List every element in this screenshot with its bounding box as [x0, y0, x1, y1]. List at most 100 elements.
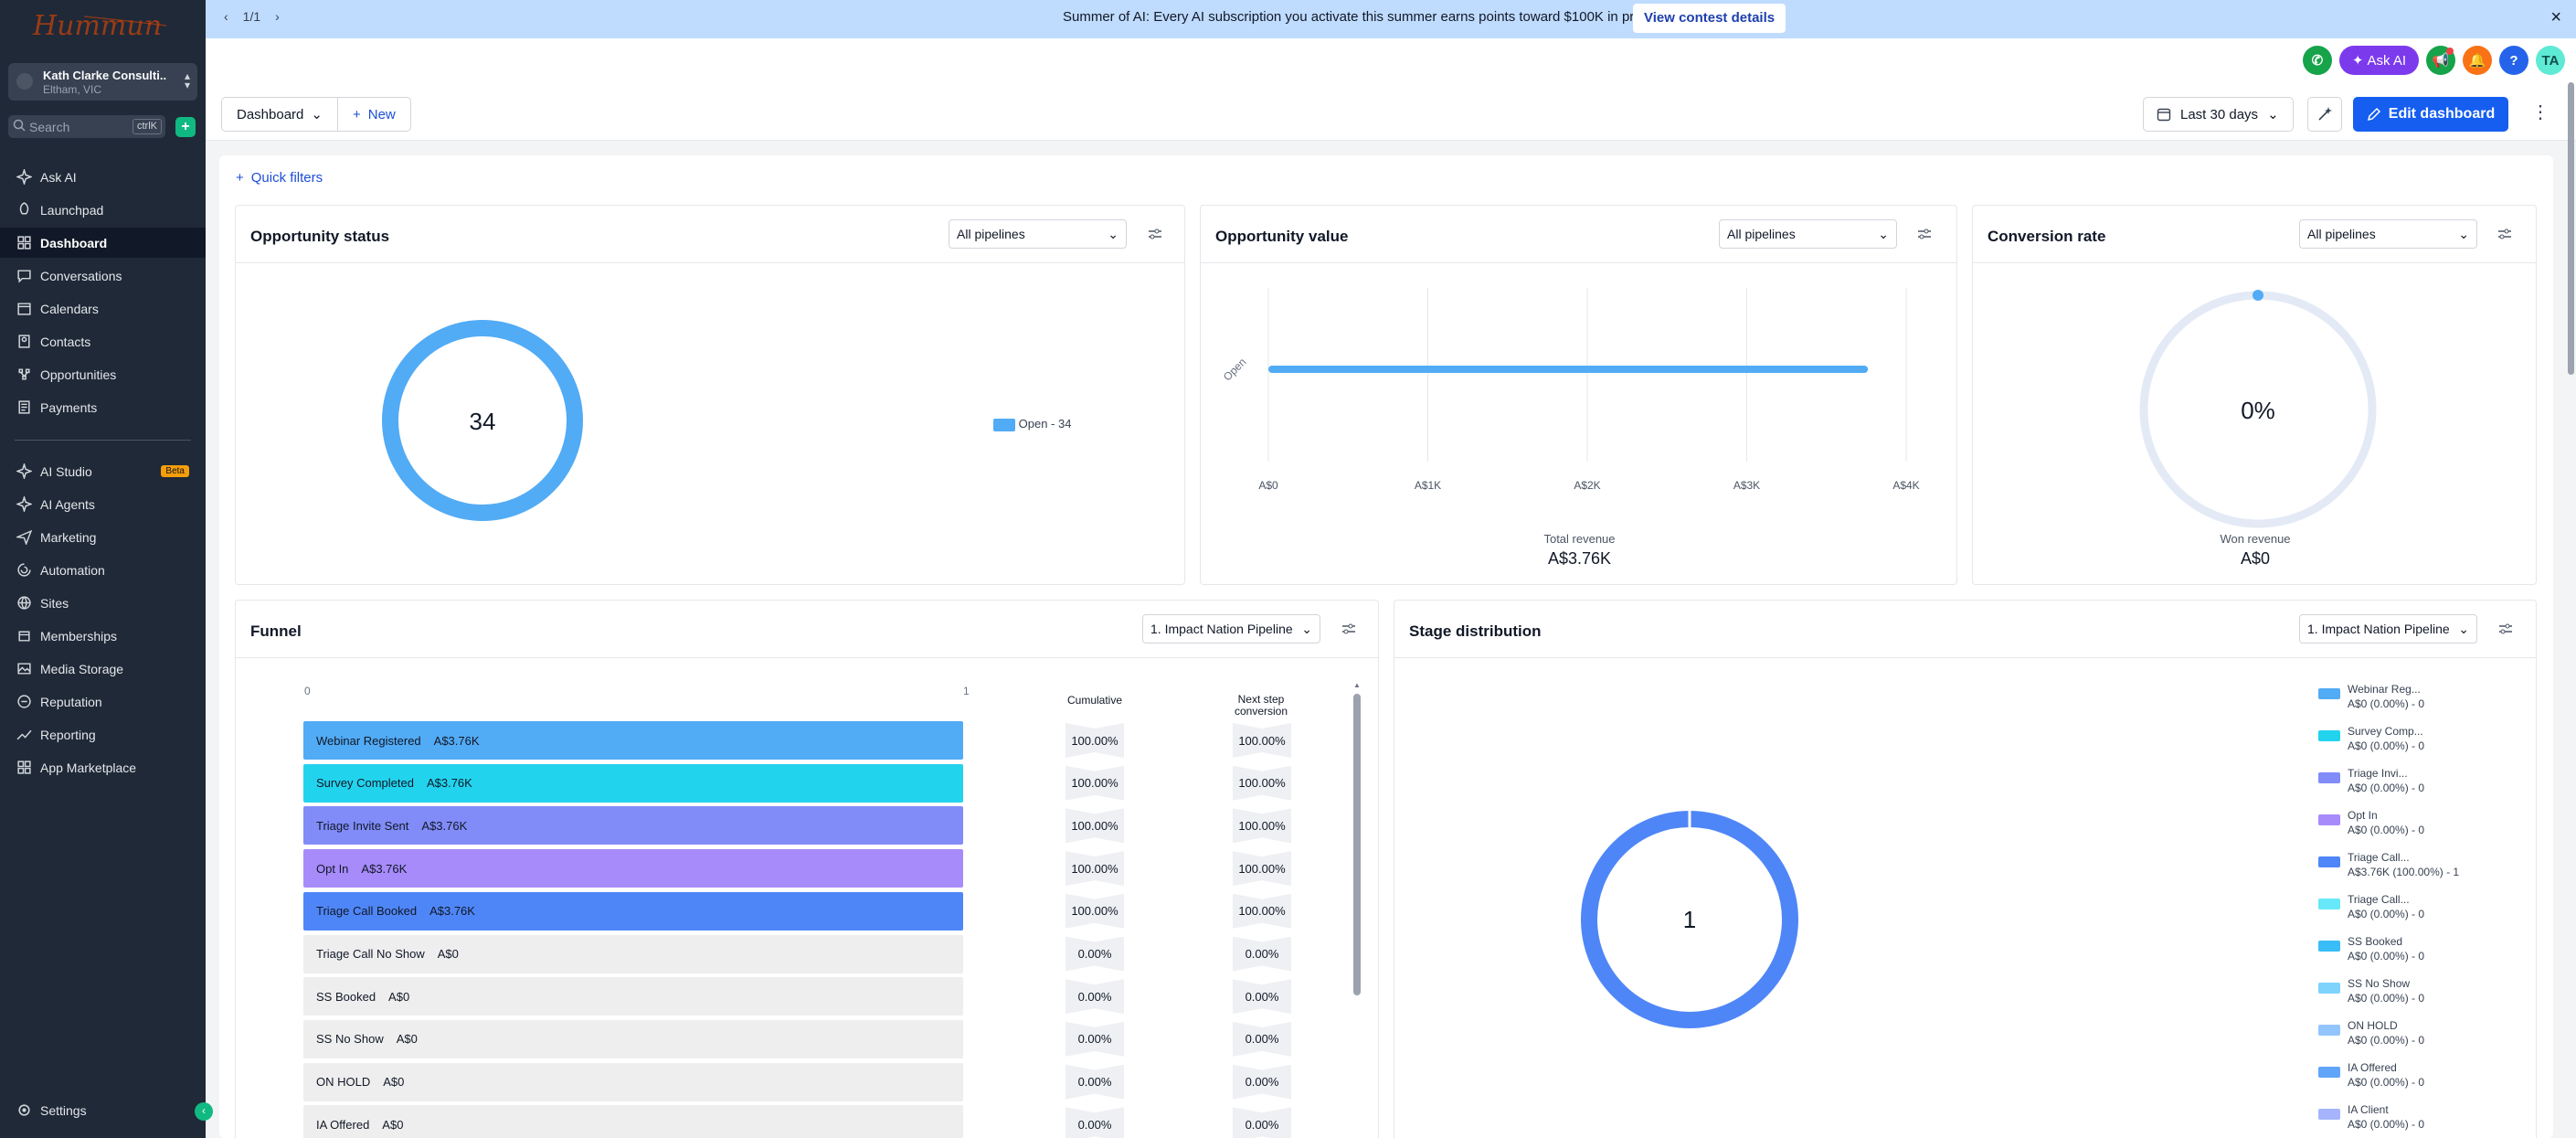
quick-filters-button[interactable]: + Quick filters [236, 170, 323, 186]
more-options-icon[interactable]: ⋮ [2531, 101, 2549, 123]
filter-icon[interactable] [2497, 621, 2514, 637]
legend-stage-name: Triage Call... [2348, 893, 2410, 906]
won-revenue-label: Won revenue [2220, 532, 2291, 546]
account-name: Kath Clarke Consulti... [43, 69, 167, 82]
legend-item[interactable]: Triage Call... A$3.76K (100.00%) - 1 [2318, 850, 2459, 879]
cumulative-value: 100.00% [1065, 808, 1124, 843]
sidebar-item-label: Conversations [40, 268, 122, 283]
filter-icon[interactable] [1341, 621, 1357, 637]
bell-icon[interactable]: 🔔 [2463, 46, 2492, 75]
sidebar-item-opportunities[interactable]: Opportunities [0, 359, 206, 389]
sidebar-item-settings[interactable]: Settings [0, 1095, 206, 1125]
opportunity-status-donut: 34 [382, 320, 583, 521]
funnel-bar[interactable]: Triage Call Booked A$3.76K [303, 891, 963, 931]
pipeline-select[interactable]: All pipelines ⌄ [2299, 219, 2477, 249]
sidebar-item-app-marketplace[interactable]: App Marketplace [0, 752, 206, 782]
search-input[interactable]: Search ctrlK [8, 115, 165, 138]
sidebar-item-ai-agents[interactable]: AI Agents [0, 489, 206, 519]
donut-center-value: 34 [470, 408, 496, 435]
scroll-thumb[interactable] [1353, 694, 1361, 995]
pipeline-select[interactable]: 1. Impact Nation Pipeline ⌄ [1142, 614, 1320, 643]
legend-item[interactable]: IA Client A$0 (0.00%) - 0 [2318, 1102, 2424, 1132]
sidebar-item-launchpad[interactable]: Launchpad [0, 195, 206, 225]
legend-item[interactable]: ON HOLD A$0 (0.00%) - 0 [2318, 1018, 2424, 1048]
funnel-bar[interactable]: Triage Invite Sent A$3.76K [303, 806, 963, 846]
prev-icon[interactable]: ‹ [224, 9, 228, 24]
new-label: New [367, 106, 396, 122]
funnel-bar[interactable]: IA Offered A$0 [303, 1105, 963, 1138]
sidebar-item-ai-studio[interactable]: AI Studio Beta [0, 456, 206, 486]
star-icon [17, 695, 31, 708]
funnel-scrollbar[interactable]: ▲ [1352, 681, 1362, 1138]
contest-details-button[interactable]: View contest details [1633, 4, 1786, 33]
funnel-bar[interactable]: Survey Completed A$3.76K [303, 763, 963, 803]
sidebar-item-calendars[interactable]: Calendars [0, 293, 206, 324]
legend-item[interactable]: Webinar Reg... A$0 (0.00%) - 0 [2318, 682, 2424, 711]
pipeline-select[interactable]: 1. Impact Nation Pipeline ⌄ [2299, 614, 2477, 643]
funnel-bar[interactable]: Triage Call No Show A$0 [303, 934, 963, 973]
funnel-bar[interactable]: Webinar Registered A$3.76K [303, 721, 963, 760]
sidebar-item-sites[interactable]: Sites [0, 588, 206, 618]
legend-item[interactable]: Triage Invi... A$0 (0.00%) - 0 [2318, 766, 2424, 795]
sidebar-item-label: Automation [40, 562, 105, 578]
funnel-stage-label: Webinar Registered [316, 733, 421, 748]
filter-icon[interactable] [2496, 226, 2513, 242]
funnel-bar[interactable]: SS No Show A$0 [303, 1019, 963, 1058]
dashboard-selector[interactable]: Dashboard ⌄ [222, 98, 337, 131]
new-dashboard-button[interactable]: + New [336, 98, 410, 131]
sidebar-item-conversations[interactable]: Conversations [0, 261, 206, 291]
legend-item[interactable]: Opt In A$0 (0.00%) - 0 [2318, 808, 2425, 837]
megaphone-icon[interactable]: 📢 [2426, 46, 2455, 75]
funnel-bar[interactable]: SS Booked A$0 [303, 977, 963, 1016]
cumulative-value: 100.00% [1065, 723, 1124, 758]
sidebar-item-automation[interactable]: Automation [0, 555, 206, 585]
ask-ai-button[interactable]: ✦ Ask AI [2338, 46, 2419, 75]
help-icon[interactable]: ? [2499, 46, 2528, 75]
sidebar-divider [15, 440, 191, 441]
page-scrollbar[interactable] [2568, 82, 2574, 375]
legend-item[interactable]: SS Booked A$0 (0.00%) - 0 [2318, 934, 2424, 963]
funnel-bar[interactable]: ON HOLD A$0 [303, 1062, 963, 1101]
phone-icon[interactable]: ✆ [2302, 46, 2332, 75]
pipeline-select[interactable]: All pipelines ⌄ [1719, 219, 1897, 249]
legend-item[interactable]: Triage Call... A$0 (0.00%) - 0 [2318, 892, 2424, 921]
edit-dashboard-button[interactable]: Edit dashboard [2353, 97, 2508, 132]
card-divider [1394, 657, 2536, 658]
sidebar-item-payments[interactable]: Payments [0, 392, 206, 422]
filter-icon[interactable] [1916, 226, 1933, 242]
close-icon[interactable]: × [2550, 7, 2561, 28]
legend-stage-detail: A$0 (0.00%) - 0 [2348, 824, 2425, 836]
filter-icon[interactable] [1147, 226, 1163, 242]
beta-badge: Beta [161, 465, 189, 477]
sidebar-item-ask-ai[interactable]: Ask AI [0, 162, 206, 192]
sidebar-item-marketing[interactable]: Marketing [0, 522, 206, 552]
brand-logo[interactable]: Hummun [29, 7, 175, 49]
date-range-picker[interactable]: Last 30 days ⌄ [2143, 97, 2294, 132]
funnel-stage-amount: A$0 [437, 947, 459, 961]
sidebar-item-memberships[interactable]: Memberships [0, 621, 206, 651]
sidebar-item-reputation[interactable]: Reputation [0, 686, 206, 717]
scroll-up-icon[interactable]: ▲ [1353, 681, 1361, 689]
account-switcher[interactable]: Kath Clarke Consulti... Eltham, VIC ▴ ▾ [8, 63, 197, 101]
avatar[interactable]: TA [2536, 46, 2565, 75]
funnel-stage-label: Triage Call No Show [316, 947, 425, 961]
collapse-sidebar-button[interactable]: ‹ [195, 1102, 213, 1121]
legend-item[interactable]: Survey Comp... A$0 (0.00%) - 0 [2318, 724, 2424, 753]
next-icon[interactable]: › [275, 9, 280, 24]
sidebar-item-dashboard[interactable]: Dashboard [0, 228, 206, 258]
won-revenue-value: A$0 [2240, 549, 2271, 568]
opportunity-value-chart: A$0 A$1K A$2K A$3K A$4K Open [1221, 288, 1920, 492]
cumulative-value: 100.00% [1065, 851, 1124, 886]
bar-open[interactable] [1268, 366, 1869, 373]
funnel-stage-label: Opt In [316, 861, 349, 876]
legend-item[interactable]: IA Offered A$0 (0.00%) - 0 [2318, 1060, 2424, 1090]
sidebar-item-media-storage[interactable]: Media Storage [0, 654, 206, 684]
legend-item[interactable]: SS No Show A$0 (0.00%) - 0 [2318, 976, 2424, 1005]
legend-item[interactable]: Open - 34 [993, 417, 1071, 431]
quick-add-button[interactable]: + [175, 117, 196, 137]
sidebar-item-contacts[interactable]: Contacts [0, 326, 206, 356]
sidebar-item-reporting[interactable]: Reporting [0, 719, 206, 750]
funnel-bar[interactable]: Opt In A$3.76K [303, 849, 963, 888]
magic-wand-button[interactable] [2307, 97, 2342, 132]
pipeline-select[interactable]: All pipelines ⌄ [949, 219, 1127, 249]
